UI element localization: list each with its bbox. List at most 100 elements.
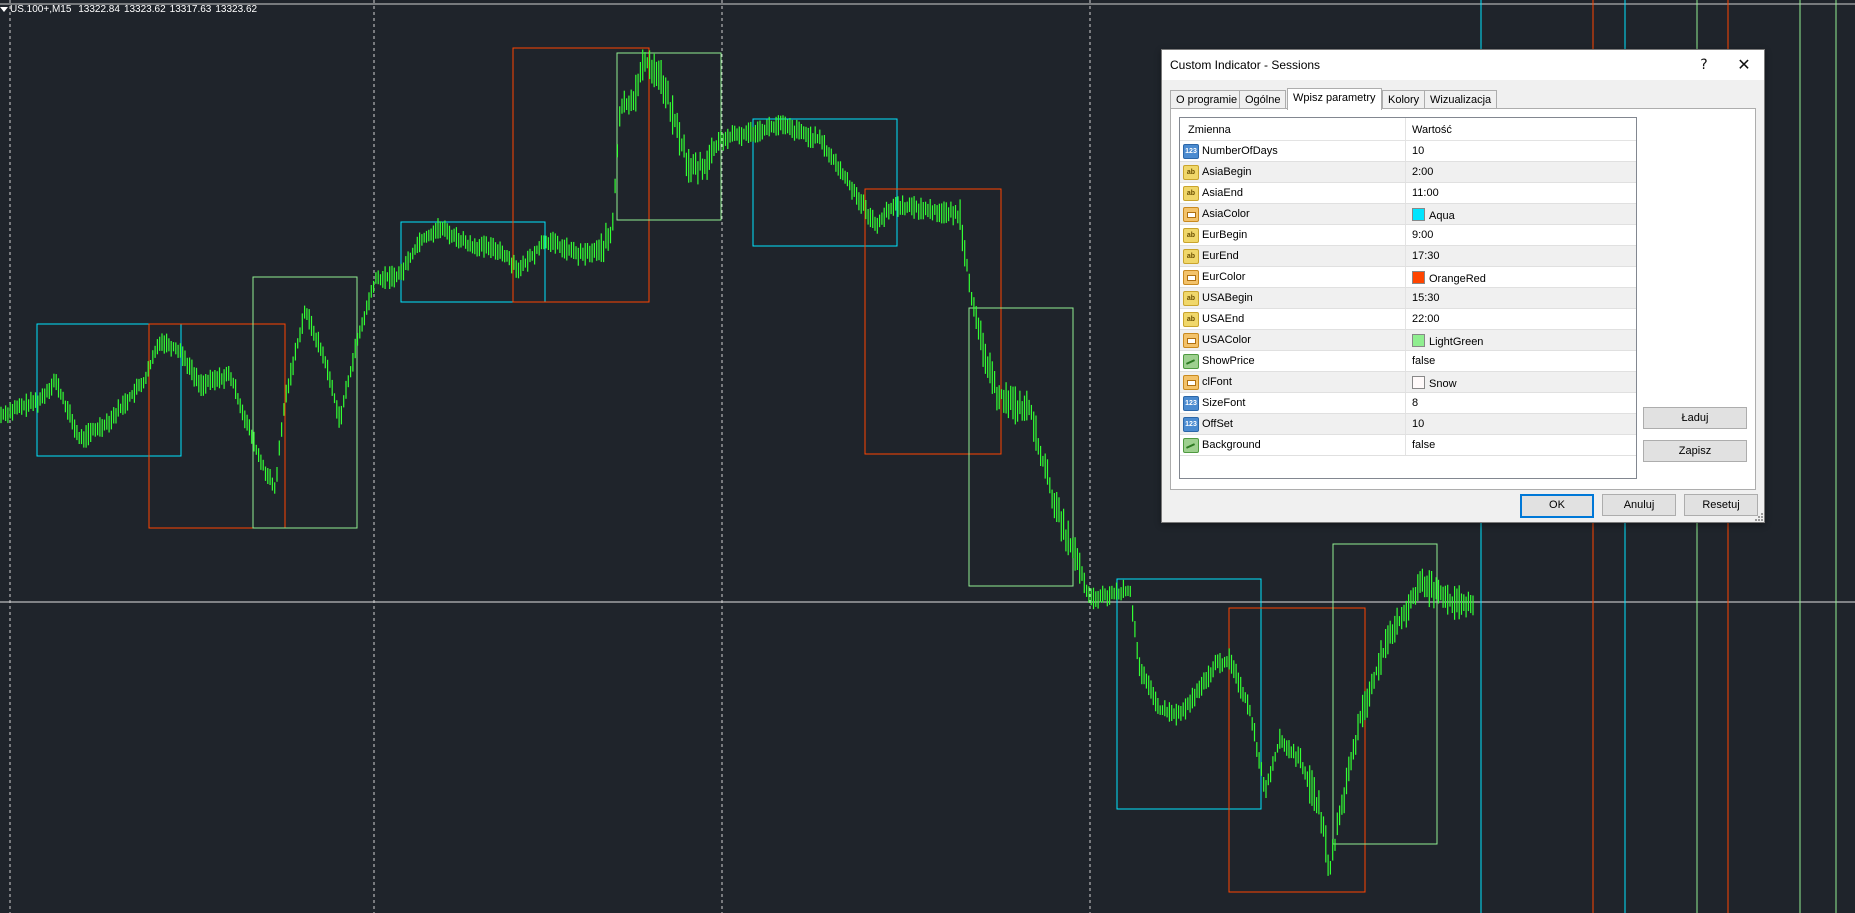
cell-divider	[1405, 330, 1406, 350]
parameter-name: clFont	[1202, 376, 1232, 388]
parameter-value-text: 15:30	[1412, 292, 1440, 304]
parameter-row[interactable]: AsiaColor Aqua	[1180, 204, 1636, 225]
cancel-button[interactable]: Anuluj	[1602, 494, 1676, 516]
cell-divider	[1405, 309, 1406, 329]
parameter-value[interactable]: OrangeRed	[1412, 271, 1486, 285]
help-icon[interactable]: ?	[1686, 53, 1722, 77]
dialog-titlebar[interactable]: Custom Indicator - Sessions ? ✕	[1162, 50, 1764, 80]
string-type-icon: ab	[1183, 312, 1199, 327]
reset-button[interactable]: Resetuj	[1684, 494, 1758, 516]
parameter-value[interactable]: Aqua	[1412, 208, 1455, 222]
parameter-row[interactable]: USAColor LightGreen	[1180, 330, 1636, 351]
parameter-value[interactable]: 9:00	[1412, 229, 1433, 241]
parameter-row[interactable]: clFont Snow	[1180, 372, 1636, 393]
parameter-value[interactable]: 8	[1412, 397, 1418, 409]
parameter-value[interactable]: 17:30	[1412, 250, 1440, 262]
parameter-value-text: Snow	[1429, 378, 1457, 390]
parameter-row[interactable]: ShowPrice false	[1180, 351, 1636, 372]
parameter-row[interactable]: ab EurEnd 17:30	[1180, 246, 1636, 267]
parameter-name: USAEnd	[1202, 313, 1245, 325]
save-button[interactable]: Zapisz	[1643, 440, 1747, 462]
tab-colors[interactable]: Kolory	[1382, 90, 1426, 109]
tab-about[interactable]: O programie	[1170, 90, 1244, 109]
parameter-name: AsiaColor	[1202, 208, 1250, 220]
parameter-value[interactable]: 10	[1412, 418, 1424, 430]
color-swatch	[1412, 208, 1425, 221]
grid-rows: 123 NumberOfDays 10 ab AsiaBegin 2:00 ab AsiaEn…	[1180, 141, 1636, 456]
parameter-row[interactable]: ab EurBegin 9:00	[1180, 225, 1636, 246]
ohlc-close: 13323.62	[215, 4, 258, 15]
parameter-value[interactable]: 11:00	[1412, 187, 1439, 199]
cell-divider	[1405, 225, 1406, 245]
color-type-icon	[1183, 207, 1199, 222]
parameter-name: USABegin	[1202, 292, 1253, 304]
column-header-value[interactable]: Wartość	[1412, 124, 1452, 136]
cell-divider	[1405, 183, 1406, 203]
integer-type-icon: 123	[1183, 144, 1199, 159]
parameter-name: EurBegin	[1202, 229, 1248, 241]
cell-divider	[1405, 246, 1406, 266]
parameter-row[interactable]: ab AsiaEnd 11:00	[1180, 183, 1636, 204]
string-type-icon: ab	[1183, 228, 1199, 243]
load-button[interactable]: Ładuj	[1643, 407, 1747, 429]
ok-button[interactable]: OK	[1520, 494, 1594, 518]
parameter-value-text: LightGreen	[1429, 336, 1484, 348]
cell-divider	[1405, 288, 1406, 308]
parameter-row[interactable]: ab AsiaBegin 2:00	[1180, 162, 1636, 183]
parameter-value[interactable]: Snow	[1412, 376, 1457, 390]
inputs-panel: Zmienna Wartość 123 NumberOfDays 10 ab AsiaB…	[1170, 108, 1756, 490]
cell-divider	[1405, 162, 1406, 182]
parameter-value-text: 22:00	[1412, 313, 1440, 325]
custom-indicator-dialog: Custom Indicator - Sessions ? ✕ O progra…	[1161, 49, 1765, 523]
cell-divider	[1405, 393, 1406, 413]
parameters-grid: Zmienna Wartość 123 NumberOfDays 10 ab AsiaB…	[1179, 117, 1637, 479]
column-header-variable[interactable]: Zmienna	[1188, 124, 1231, 136]
tab-inputs[interactable]: Wpisz parametry	[1287, 88, 1382, 110]
cell-divider	[1405, 141, 1406, 161]
cell-divider	[1405, 414, 1406, 434]
parameter-row[interactable]: ab USAEnd 22:00	[1180, 309, 1636, 330]
parameter-value[interactable]: 15:30	[1412, 292, 1440, 304]
parameter-value[interactable]: false	[1412, 439, 1435, 451]
column-divider[interactable]	[1405, 118, 1406, 140]
parameter-value-text: 17:30	[1412, 250, 1440, 262]
parameter-value[interactable]: LightGreen	[1412, 334, 1483, 348]
cell-divider	[1405, 351, 1406, 371]
tab-general[interactable]: Ogólne	[1239, 90, 1287, 109]
resize-grip-icon[interactable]	[1755, 513, 1763, 521]
boolean-type-icon	[1183, 438, 1199, 453]
parameter-value-text: Aqua	[1429, 210, 1455, 222]
parameter-row[interactable]: 123 OffSet 10	[1180, 414, 1636, 435]
color-swatch	[1412, 334, 1425, 347]
parameter-name: SizeFont	[1202, 397, 1246, 409]
parameter-name: EurEnd	[1202, 250, 1239, 262]
parameter-value[interactable]: false	[1412, 355, 1435, 367]
parameter-value[interactable]: 22:00	[1412, 313, 1440, 325]
parameter-row[interactable]: 123 SizeFont 8	[1180, 393, 1636, 414]
close-icon[interactable]: ✕	[1726, 53, 1762, 77]
parameter-value[interactable]: 10	[1412, 145, 1424, 157]
tab-visualization[interactable]: Wizualizacja	[1424, 90, 1498, 109]
cell-divider	[1405, 204, 1406, 224]
parameter-value-text: false	[1412, 355, 1436, 367]
parameter-row[interactable]: 123 NumberOfDays 10	[1180, 141, 1636, 162]
dialog-title: Custom Indicator - Sessions	[1170, 58, 1321, 72]
parameter-value-text: 11:00	[1412, 187, 1439, 199]
parameter-row[interactable]: Background false	[1180, 435, 1636, 456]
parameter-name: OffSet	[1202, 418, 1233, 430]
parameter-row[interactable]: ab USABegin 15:30	[1180, 288, 1636, 309]
parameter-row[interactable]: EurColor OrangeRed	[1180, 267, 1636, 288]
integer-type-icon: 123	[1183, 417, 1199, 432]
parameter-value-text: 9:00	[1412, 229, 1434, 241]
parameter-value-text: OrangeRed	[1429, 273, 1486, 285]
string-type-icon: ab	[1183, 249, 1199, 264]
string-type-icon: ab	[1183, 291, 1199, 306]
parameter-value-text: 10	[1412, 418, 1425, 430]
parameter-name: EurColor	[1202, 271, 1246, 283]
chart-menu-triangle-icon[interactable]	[0, 6, 8, 12]
parameter-value[interactable]: 2:00	[1412, 166, 1433, 178]
ohlc-high: 13323.62	[123, 4, 166, 15]
color-type-icon	[1183, 333, 1199, 348]
ohlc-open: 13322.84	[78, 4, 120, 15]
integer-type-icon: 123	[1183, 396, 1199, 411]
